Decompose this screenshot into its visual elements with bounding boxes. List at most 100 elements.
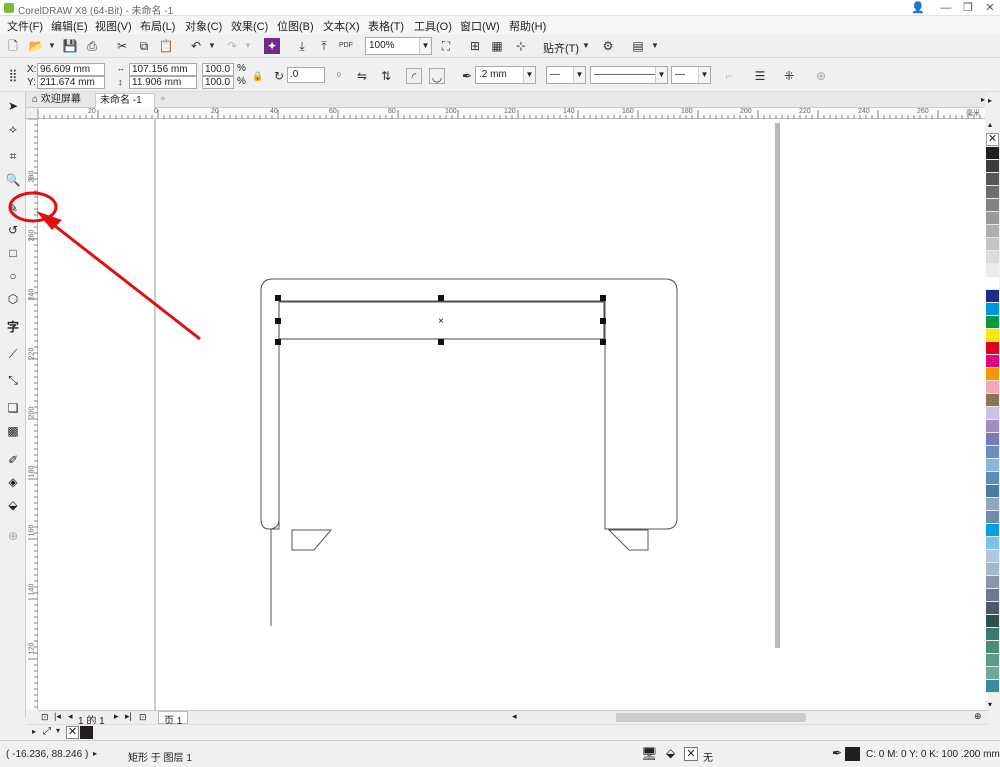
last-page-icon[interactable]: ▸| — [125, 711, 132, 722]
tab-document[interactable]: 未命名 -1 — [95, 93, 155, 108]
horizontal-scrollbar-thumb[interactable] — [616, 713, 806, 722]
palette-scroll-up-arrow-icon[interactable]: ▴ — [988, 120, 992, 129]
account-icon[interactable]: 👤 — [910, 1, 926, 15]
color-swatch[interactable] — [986, 277, 999, 290]
add-tool-icon[interactable]: ⊕ — [5, 528, 21, 544]
object-origin-icon[interactable]: ⣿ — [5, 67, 21, 83]
undo-dropdown-icon[interactable]: ▼ — [204, 38, 220, 54]
first-page-icon[interactable]: ⊡ — [41, 712, 49, 723]
lock-ratio-icon[interactable]: 🔒 — [250, 68, 266, 84]
palette-scroll-up-icon[interactable]: ▸ — [988, 96, 992, 105]
palette-scroll-down-icon[interactable]: ▾ — [988, 700, 992, 709]
color-swatch[interactable] — [986, 589, 999, 602]
color-swatch[interactable] — [986, 550, 999, 563]
search-content-icon[interactable]: ✦ — [264, 38, 280, 54]
horizontal-ruler[interactable]: 20 0 20 40 60 80 100 120 140 160 180 200… — [37, 108, 988, 119]
snap-dropdown-icon[interactable]: ▼ — [578, 38, 594, 54]
menu-window[interactable]: 窗口(W) — [460, 18, 500, 34]
zoom-level-select[interactable]: 100% ▼ — [365, 37, 432, 55]
navigator-icon[interactable]: ⊕ — [974, 711, 982, 722]
color-swatch[interactable] — [986, 667, 999, 680]
menu-file[interactable]: 文件(F) — [7, 18, 43, 34]
transparency-tool-icon[interactable]: ▩ — [5, 423, 21, 439]
show-grid-icon[interactable]: ▦ — [489, 38, 505, 54]
fill-none-swatch-icon[interactable]: ✕ — [684, 747, 698, 761]
next-page-icon[interactable]: ▸ — [114, 711, 119, 722]
page-tab[interactable]: 页 1 — [158, 711, 189, 727]
show-guidelines-icon[interactable]: ⊹ — [513, 38, 529, 54]
color-swatch[interactable] — [986, 329, 999, 342]
open-icon[interactable]: 📂 — [28, 38, 44, 54]
options-gear-icon[interactable]: ⚙ — [600, 38, 616, 54]
color-swatch[interactable] — [986, 173, 999, 186]
color-swatch[interactable] — [986, 342, 999, 355]
drop-shadow-icon[interactable]: ❏ — [5, 400, 21, 416]
no-color-swatch[interactable]: ✕ — [986, 133, 999, 146]
outline-width-select[interactable]: .2 mm ▼ — [475, 66, 536, 84]
application-launcher-icon[interactable]: ▤ — [630, 38, 646, 54]
smart-fill-icon[interactable]: ⬙ — [5, 497, 21, 513]
color-swatch[interactable] — [986, 524, 999, 537]
minimize-button[interactable]: — — [938, 1, 954, 15]
paste-icon[interactable]: 📋 — [158, 38, 174, 54]
color-swatch[interactable] — [986, 641, 999, 654]
menu-bitmap[interactable]: 位图(B) — [277, 18, 314, 34]
end-arrowhead-select[interactable]: — ▼ — [671, 66, 711, 84]
color-swatch[interactable] — [986, 498, 999, 511]
color-swatch[interactable] — [986, 238, 999, 251]
close-button[interactable]: ✕ — [982, 1, 998, 15]
menu-object[interactable]: 对象(C) — [185, 18, 222, 34]
color-swatch[interactable] — [986, 446, 999, 459]
redo-icon[interactable]: ↷ — [224, 38, 240, 54]
redo-dropdown-icon[interactable]: ▼ — [240, 38, 256, 54]
height-field[interactable]: 11.906 mm — [129, 76, 197, 89]
color-swatch[interactable] — [986, 563, 999, 576]
ruler-origin[interactable] — [26, 108, 38, 119]
x-position-field[interactable]: 96.609 mm — [37, 63, 105, 76]
palette-arrow-icon[interactable]: ▸ — [32, 727, 36, 736]
convert-to-curves-icon[interactable]: ⌐ — [721, 68, 737, 84]
new-tab-icon[interactable]: + — [156, 93, 170, 108]
undo-icon[interactable]: ↶ — [188, 38, 204, 54]
save-icon[interactable]: 💾 — [62, 38, 78, 54]
outline-color-swatch[interactable] — [845, 747, 860, 761]
print-icon[interactable]: ⎙ — [84, 38, 100, 54]
color-swatch[interactable] — [986, 251, 999, 264]
menu-edit[interactable]: 编辑(E) — [51, 18, 88, 34]
handle-top-left[interactable] — [275, 295, 281, 301]
color-profile-icon[interactable]: 🖥 — [641, 746, 658, 762]
color-swatch[interactable] — [986, 472, 999, 485]
y-position-field[interactable]: 211.674 mm — [37, 76, 105, 89]
color-swatch[interactable] — [986, 212, 999, 225]
pick-tool-icon[interactable]: ➤ — [5, 98, 21, 114]
tab-welcome[interactable]: ⌂ 欢迎屏幕 — [28, 93, 85, 108]
handle-top-center[interactable] — [438, 295, 444, 301]
menu-view[interactable]: 视图(V) — [95, 18, 132, 34]
connector-tool-icon[interactable]: ⤡ — [5, 372, 21, 388]
transparency-icon[interactable]: ⁜ — [781, 68, 797, 84]
handle-bottom-center[interactable] — [438, 339, 444, 345]
handle-top-right[interactable] — [600, 295, 606, 301]
scallop-corner-icon[interactable]: ◡ — [429, 68, 445, 84]
color-swatch[interactable] — [986, 433, 999, 446]
handle-bottom-right[interactable] — [600, 339, 606, 345]
previous-page-icon[interactable]: ◂ — [68, 711, 73, 722]
copy-icon[interactable]: ⧉ — [136, 38, 152, 54]
menu-tools[interactable]: 工具(O) — [414, 18, 452, 34]
restore-button[interactable]: ❐ — [960, 1, 976, 15]
color-swatch[interactable] — [986, 290, 999, 303]
snap-to-button[interactable]: 贴齐(T) — [543, 40, 579, 56]
color-swatch[interactable] — [986, 199, 999, 212]
color-swatch[interactable] — [986, 680, 999, 693]
show-rulers-icon[interactable]: ⊞ — [467, 38, 483, 54]
right-foot[interactable] — [607, 529, 649, 551]
rotation-angle-field[interactable]: .0 — [287, 67, 325, 83]
open-dropdown-arrow-icon[interactable]: ▼ — [44, 38, 60, 54]
eyedropper-small-icon[interactable]: ⤢ — [43, 726, 51, 737]
color-swatch[interactable] — [986, 225, 999, 238]
publish-pdf-icon[interactable]: PDF — [338, 38, 354, 54]
shape-tool-icon[interactable]: ⟡ — [5, 121, 21, 137]
mirror-horizontal-icon[interactable]: ⇋ — [354, 68, 370, 84]
scroll-left-icon[interactable]: ◂ — [512, 711, 517, 722]
add-page-icon[interactable]: ⊡ — [139, 712, 147, 723]
